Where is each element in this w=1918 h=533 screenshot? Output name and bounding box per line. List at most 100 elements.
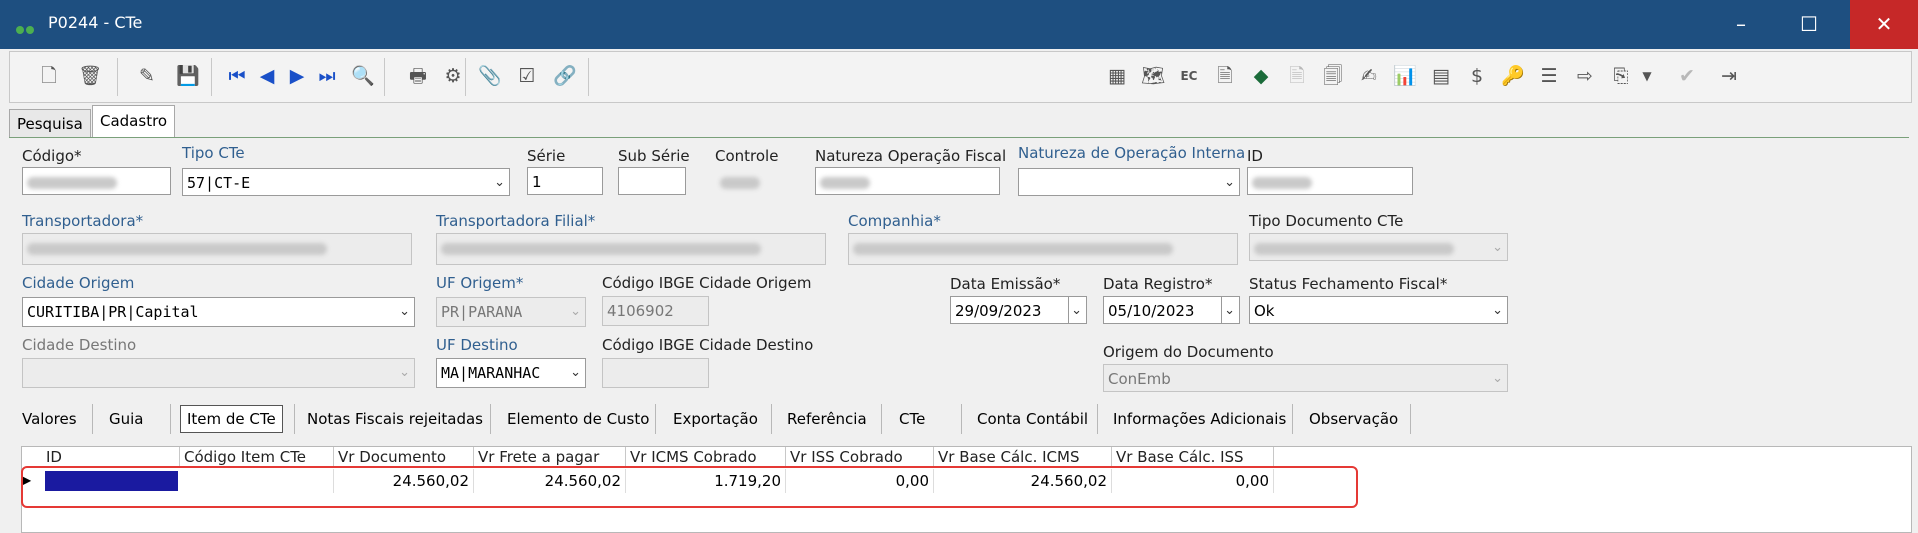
column-header-codigo-item[interactable]: Código Item CTe [180, 447, 334, 467]
subtab-cte[interactable]: CTe [899, 404, 925, 434]
check-icon[interactable]: ☑ [510, 59, 544, 93]
attachment-icon[interactable]: 📎 [473, 59, 507, 93]
companhia-field [848, 233, 1238, 265]
ec-icon[interactable]: EC [1172, 59, 1206, 93]
ibge-origem-field: 4106902 [602, 296, 709, 326]
key-icon: 🔑 [1501, 65, 1525, 87]
column-header-base-icms[interactable]: Vr Base Cálc. ICMS [934, 447, 1112, 467]
id-label: ID [1247, 147, 1263, 165]
disabled-document-icon: 🗎 [1289, 65, 1305, 87]
new-document-icon[interactable]: 🗋 [32, 59, 66, 93]
approve-icon[interactable]: ✔ [1670, 59, 1704, 93]
title-bar: P0244 - CTe – ☐ ✕ [0, 0, 1918, 49]
search-record-icon[interactable]: 🔍 [346, 59, 380, 93]
export-icon[interactable]: ⇨ [1568, 59, 1602, 93]
codigo-field[interactable] [22, 167, 171, 195]
subtab-valores[interactable]: Valores [22, 404, 77, 434]
subtab-exportacao[interactable]: Exportação [673, 404, 758, 434]
tab-separator [92, 404, 93, 434]
ibge-destino-field [602, 358, 709, 388]
row-highlight-annotation [21, 466, 1358, 508]
sub-serie-field[interactable] [618, 167, 686, 195]
delete-icon[interactable]: 🗑 [73, 59, 107, 93]
diamond-icon[interactable]: ◆ [1244, 59, 1278, 93]
minimize-button[interactable]: – [1707, 0, 1775, 49]
tipo-documento-label: Tipo Documento CTe [1249, 212, 1404, 230]
data-registro-label: Data Registro* [1103, 275, 1213, 293]
subtab-conta-contabil[interactable]: Conta Contábil [977, 404, 1088, 434]
subtab-guia[interactable]: Guia [109, 404, 144, 434]
tab-separator [1410, 404, 1411, 434]
transportadora-label: Transportadora* [22, 212, 144, 230]
tab-separator [961, 404, 962, 434]
subtab-referencia[interactable]: Referência [787, 404, 867, 434]
table-icon[interactable]: ▤ [1424, 59, 1458, 93]
tab-separator [490, 404, 491, 434]
serie-field[interactable]: 1 [527, 167, 603, 195]
pages-icon[interactable]: 🗐 [1316, 59, 1350, 93]
cidade-destino-select: ⌄ [22, 358, 415, 388]
tipo-cte-label: Tipo CTe [182, 144, 245, 162]
column-header-vr-iss[interactable]: Vr ISS Cobrado [786, 447, 934, 467]
tab-separator [170, 404, 171, 434]
cidade-origem-label: Cidade Origem [22, 274, 135, 292]
transportadora-field [22, 233, 412, 265]
subtab-informacoes-adicionais[interactable]: Informações Adicionais [1113, 404, 1286, 434]
subtab-observacao[interactable]: Observação [1309, 404, 1398, 434]
data-emissao-label: Data Emissão* [950, 275, 1061, 293]
ibge-destino-label: Código IBGE Cidade Destino [602, 336, 814, 354]
last-record-icon[interactable]: ⏭ [310, 59, 344, 93]
chart-document-icon[interactable]: 📊 [1388, 59, 1422, 93]
toolbar: 🗋 🗑 ✎ 💾 ⏮ ◀ ▶ ⏭ 🔍 🖶 ⚙ 📎 ☑ 🔗 ▦ 🗺 EC 🗎 ◆ 🗎… [9, 51, 1912, 103]
money-icon[interactable]: $ [1460, 59, 1494, 93]
tipo-cte-select[interactable]: 57|CT-E ⌄ [182, 168, 510, 196]
natureza-interna-select[interactable]: ⌄ [1018, 168, 1240, 196]
list-icon[interactable]: ☰ [1532, 59, 1566, 93]
edit-icon[interactable]: ✎ [130, 59, 164, 93]
link-icon[interactable]: 🔗 [548, 59, 582, 93]
save-icon[interactable]: 💾 [171, 59, 205, 93]
settings-icon[interactable]: ⚙ [436, 59, 470, 93]
next-record-icon[interactable]: ▶ [280, 59, 314, 93]
column-header-base-iss[interactable]: Vr Base Cálc. ISS [1112, 447, 1274, 467]
controle-field [715, 167, 795, 195]
calculator-icon[interactable]: ▦ [1100, 59, 1134, 93]
column-header-vr-icms[interactable]: Vr ICMS Cobrado [626, 447, 786, 467]
data-emissao-field[interactable]: 29/09/2023 ⌄ [950, 296, 1087, 324]
cidade-destino-label: Cidade Destino [22, 336, 137, 354]
subtab-item-de-cte[interactable]: Item de CTe [180, 405, 283, 433]
codigo-label: Código* [22, 147, 82, 165]
id-field[interactable] [1247, 167, 1413, 195]
uf-destino-select[interactable]: MA|MARANHAC ⌄ [436, 358, 586, 388]
tab-cadastro[interactable]: Cadastro [92, 105, 176, 139]
map-icon[interactable]: 🗺 [1136, 59, 1170, 93]
subtab-notas-fiscais-rejeitadas[interactable]: Notas Fiscais rejeitadas [307, 404, 483, 434]
natureza-fiscal-field[interactable] [815, 167, 1000, 195]
column-header-vr-documento[interactable]: Vr Documento [334, 447, 474, 467]
maximize-button[interactable]: ☐ [1775, 0, 1843, 49]
serie-label: Série [527, 147, 566, 165]
sub-serie-label: Sub Série [618, 147, 690, 165]
natureza-fiscal-label: Natureza Operação Fiscal [815, 147, 1007, 165]
edit-form-icon[interactable]: ✍ [1352, 59, 1386, 93]
origem-documento-select: ConEmb ⌄ [1103, 364, 1508, 392]
tab-separator [294, 404, 295, 434]
subtab-elemento-de-custo[interactable]: Elemento de Custo [507, 404, 649, 434]
companhia-label: Companhia* [848, 212, 941, 230]
column-header-vr-frete[interactable]: Vr Frete a pagar [474, 447, 626, 467]
close-button[interactable]: ✕ [1850, 0, 1918, 49]
cidade-origem-select[interactable]: CURITIBA|PR|Capital ⌄ [22, 297, 415, 327]
status-fechamento-select[interactable]: Ok ⌄ [1249, 296, 1508, 324]
tab-separator [881, 404, 882, 434]
data-registro-field[interactable]: 05/10/2023 ⌄ [1103, 296, 1240, 324]
previous-record-icon[interactable]: ◀ [250, 59, 284, 93]
first-record-icon[interactable]: ⏮ [220, 59, 254, 93]
uf-origem-label: UF Origem* [436, 274, 524, 292]
toolbar-separator [117, 58, 118, 96]
dropdown-icon[interactable]: ▼ [1630, 59, 1664, 93]
tab-pesquisa[interactable]: Pesquisa [9, 109, 91, 139]
document-search-icon[interactable]: 🗎 [1208, 59, 1242, 93]
exit-icon[interactable]: ⇥ [1712, 59, 1746, 93]
print-icon[interactable]: 🖶 [401, 59, 435, 93]
column-header-id[interactable]: ID [42, 447, 180, 467]
